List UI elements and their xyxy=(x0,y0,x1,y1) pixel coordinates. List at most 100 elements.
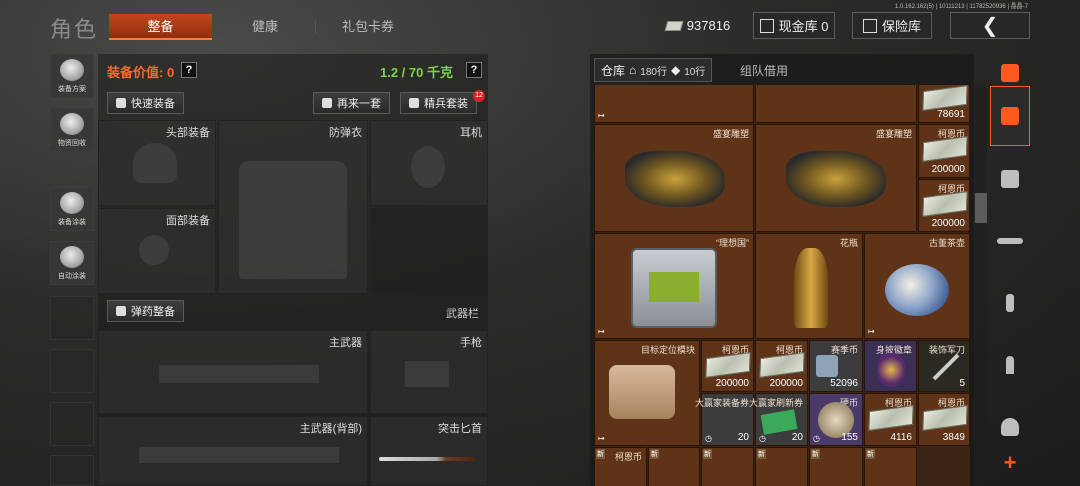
inventory-item-target-module[interactable]: 目标定位模块 ↦ xyxy=(594,340,700,446)
inventory-item-badge[interactable]: 身披徽章 xyxy=(864,340,917,392)
slot-face[interactable]: 面部装备 xyxy=(98,208,216,294)
sidebar-item-auto-paint[interactable]: 自动涂装 xyxy=(50,241,94,285)
knife-icon xyxy=(379,457,475,461)
slot-head[interactable]: 头部装备 xyxy=(98,120,216,206)
slot-label: 耳机 xyxy=(460,127,482,139)
inventory-item-kern[interactable]: 新柯恩币 xyxy=(594,447,647,486)
item-name: 目标定位模块 xyxy=(640,345,695,355)
inventory-item-winner-refresh[interactable]: 大赢家刷新券 20 ◷ xyxy=(749,393,808,446)
category-add[interactable]: + xyxy=(990,444,1030,482)
sidebar-empty-slot xyxy=(50,296,94,340)
paint-icon xyxy=(60,192,84,214)
slot-primary[interactable]: 主武器 xyxy=(98,330,368,414)
tab-gift-cards[interactable]: 礼包卡券 xyxy=(320,14,416,40)
elite-label: 精兵套装 xyxy=(424,98,468,110)
scrollbar-thumb[interactable] xyxy=(975,193,987,223)
category-helmet[interactable] xyxy=(990,408,1030,446)
vase-icon xyxy=(794,248,828,328)
inventory-item-sculpture[interactable] xyxy=(755,85,917,123)
inventory-item-teapot[interactable]: 古董茶壶 ↦ xyxy=(864,233,970,339)
safe-button[interactable]: 保险库 xyxy=(852,12,932,39)
badge-icon xyxy=(877,353,905,387)
inventory-item-kern[interactable]: 柯恩币 200000 xyxy=(918,179,970,232)
category-ammo[interactable] xyxy=(990,346,1030,384)
inventory-item-kern[interactable]: 柯恩币 200000 xyxy=(918,124,970,178)
crate-panel xyxy=(649,272,699,302)
plus-icon: + xyxy=(1003,450,1017,475)
safe-icon xyxy=(862,18,877,33)
value-help-button[interactable]: ? xyxy=(181,62,197,78)
slot-armor[interactable]: 防弹衣 xyxy=(218,120,368,294)
elite-count-badge: 12 xyxy=(473,90,485,102)
inventory-item-knife[interactable]: 装饰军刀 5 xyxy=(918,340,970,392)
ammo-setup-button[interactable]: 弹药整备 xyxy=(107,300,184,322)
inventory-item-kern[interactable]: 柯恩币 200000 xyxy=(701,340,754,392)
inventory-item-ideal-state[interactable]: “理想国” ↦ xyxy=(594,233,754,339)
pistol-icon xyxy=(405,361,449,387)
inventory-item-sculpture[interactable]: 盛宴雕塑 xyxy=(594,124,754,232)
sidebar-item-paint[interactable]: 装备涂装 xyxy=(50,187,94,231)
loadout-icon xyxy=(60,59,84,81)
cash-vault-button[interactable]: 现金库 0 xyxy=(753,12,835,39)
inventory-item-winner-equip[interactable]: 大赢家装备券 20 ◷ xyxy=(695,393,754,446)
tab-health[interactable]: 健康 xyxy=(220,14,310,40)
slot-knife[interactable]: 突击匕首 xyxy=(370,416,488,486)
inventory-item-kern[interactable]: 新 xyxy=(755,447,808,486)
rifle-back-icon xyxy=(139,447,339,463)
tab-warehouse[interactable]: 仓库 ⌂ 180行 ◆ 10行 xyxy=(594,58,713,82)
inventory-item-season-coin[interactable]: 赛季币 52096 xyxy=(809,340,863,392)
category-all[interactable] xyxy=(990,86,1030,146)
item-name: 花瓶 xyxy=(839,238,858,248)
ammo-icon xyxy=(116,306,126,316)
inventory-item-sculpture[interactable]: 盛宴雕塑 xyxy=(755,124,917,232)
headset-icon xyxy=(411,146,445,188)
slot-label: 防弹衣 xyxy=(329,127,362,139)
sidebar-item-label: 装备方案 xyxy=(58,86,86,93)
weapon-bar-label: 武器栏 xyxy=(446,308,479,320)
inventory-item-kern[interactable]: 新 xyxy=(864,447,917,486)
currency-amount: 937816 xyxy=(686,18,731,33)
weight-help-button[interactable]: ? xyxy=(466,62,482,78)
sculpture-icon xyxy=(625,151,725,207)
shirt-icon xyxy=(116,98,126,108)
gasmask-icon xyxy=(139,235,169,265)
inventory-item-kern[interactable]: 柯恩币 3849 xyxy=(918,393,970,446)
slot-label: 主武器(背部) xyxy=(299,423,362,435)
back-button[interactable]: ❮ xyxy=(950,12,1030,39)
tab-equip[interactable]: 整备 xyxy=(109,14,212,40)
category-magazine[interactable] xyxy=(990,284,1030,322)
slot-primary-back[interactable]: 主武器(背部) xyxy=(98,416,368,486)
slot-label: 头部装备 xyxy=(166,127,210,139)
inventory-item-kern[interactable]: 新 xyxy=(701,447,754,486)
item-name: 古董茶壶 xyxy=(928,238,965,248)
inventory-item-kern[interactable]: 柯恩币 4116 xyxy=(864,393,917,446)
rifle-icon xyxy=(159,365,319,383)
slot-label: 手枪 xyxy=(460,337,482,349)
quick-equip-button[interactable]: 快速装备 xyxy=(107,92,184,114)
helmet-icon xyxy=(133,143,177,183)
vault-icon xyxy=(759,18,774,33)
slot-label: 突击匕首 xyxy=(438,423,482,435)
again-label: 再来一套 xyxy=(337,98,381,110)
slot-earphone[interactable]: 耳机 xyxy=(370,120,488,206)
sidebar-item-recycle[interactable]: 物资回收 xyxy=(50,108,94,152)
inventory-item-kern[interactable]: 新 xyxy=(809,447,863,486)
category-rifle[interactable] xyxy=(990,222,1030,260)
inventory-item-kern[interactable]: 柯恩币 200000 xyxy=(755,340,808,392)
scrollbar-track[interactable] xyxy=(975,85,987,486)
category-vest[interactable] xyxy=(990,160,1030,198)
inventory-item-vase[interactable]: 花瓶 xyxy=(755,233,863,339)
inventory-item-silver-coin[interactable]: 硬币 155 ◷ xyxy=(809,393,863,446)
again-button[interactable]: 再来一套 xyxy=(313,92,390,114)
slot-label: 主武器 xyxy=(329,337,362,349)
inventory-item-sculpture[interactable]: ↦ xyxy=(594,85,754,123)
sidebar-item-label: 物资回收 xyxy=(58,140,86,147)
inventory-item-kern[interactable]: 新 xyxy=(648,447,700,486)
elite-set-button[interactable]: 精兵套装 xyxy=(400,92,477,114)
rows-count: 180行 xyxy=(640,66,667,78)
sidebar-item-loadout[interactable]: 装备方案 xyxy=(50,54,94,98)
slot-pistol[interactable]: 手枪 xyxy=(370,330,488,414)
equipment-value: 装备价值: 0 xyxy=(107,65,175,80)
tab-team-borrow[interactable]: 组队借用 xyxy=(740,62,788,79)
inventory-item-kern[interactable]: 78691 xyxy=(918,85,970,123)
